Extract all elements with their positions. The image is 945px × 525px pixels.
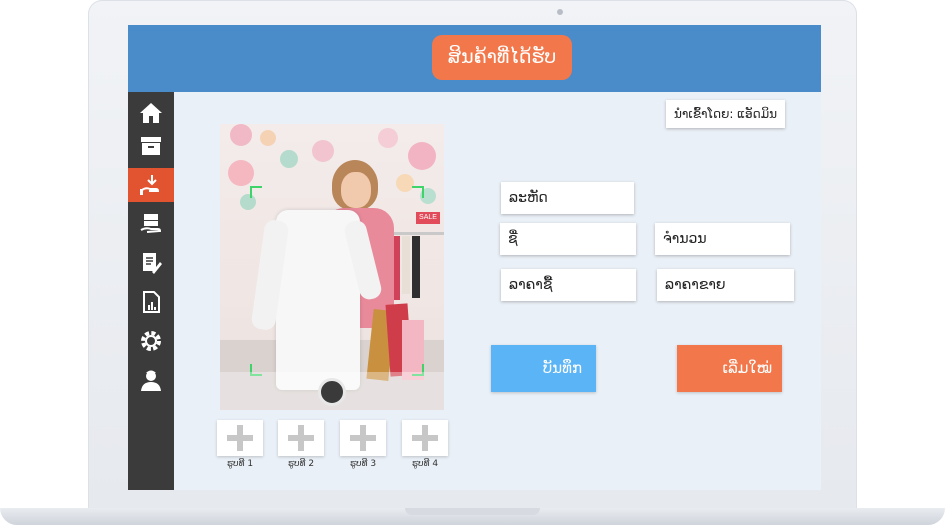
add-photo-2-button[interactable] — [278, 420, 324, 456]
reset-button[interactable]: ເລີ່ມໃໝ່ — [677, 345, 782, 392]
add-photo-4-button[interactable] — [402, 420, 448, 456]
sell-price-field[interactable]: ລາຄາຂາຍ — [657, 269, 794, 301]
add-photo-3-button[interactable] — [340, 420, 386, 456]
scan-frame — [250, 186, 424, 376]
photo-4-label: ຮູບທີ 4 — [411, 459, 439, 469]
plus-icon — [227, 425, 253, 451]
plus-icon — [288, 425, 314, 451]
photo-2-label: ຮູບທີ 2 — [287, 459, 315, 469]
shutter-button[interactable] — [318, 378, 346, 406]
plus-icon — [350, 425, 376, 451]
app-header: ສິນຄ້າທີ່ໄດ້ຮັບ — [128, 25, 821, 92]
gear-icon[interactable] — [128, 324, 174, 358]
app-screen: ສິນຄ້າທີ່ໄດ້ຮັບ ນຳເຂົ້າໂດຍ: ແອັດມິນ SALE… — [128, 25, 821, 490]
document-edit-icon[interactable] — [128, 246, 174, 280]
page-title: ສິນຄ້າທີ່ໄດ້ຮັບ — [432, 35, 572, 80]
receive-goods-icon[interactable] — [128, 168, 174, 202]
home-icon[interactable] — [128, 96, 174, 130]
archive-box-icon[interactable] — [128, 129, 174, 163]
quantity-field[interactable]: ຈຳນວນ — [655, 223, 790, 255]
product-name-field[interactable]: ຊື່ — [500, 223, 636, 255]
add-photo-1-button[interactable] — [217, 420, 263, 456]
photo-3-label: ຮູບທີ 3 — [349, 459, 377, 469]
report-chart-icon[interactable] — [128, 285, 174, 319]
user-icon[interactable] — [128, 363, 174, 397]
plus-icon — [412, 425, 438, 451]
webcam-dot — [557, 9, 563, 15]
photo-1-label: ຮູບທີ 1 — [226, 459, 254, 469]
stock-hand-icon[interactable] — [128, 207, 174, 241]
save-button[interactable]: ບັນທຶກ — [491, 345, 596, 392]
cost-price-field[interactable]: ລາຄາຊື້ — [501, 269, 636, 301]
sidebar — [128, 92, 174, 490]
imported-by-label: ນຳເຂົ້າໂດຍ: ແອັດມິນ — [666, 100, 785, 128]
product-code-field[interactable]: ລະຫັດ — [501, 182, 634, 214]
laptop-notch — [405, 508, 540, 515]
product-photo[interactable]: SALE — [220, 124, 444, 410]
